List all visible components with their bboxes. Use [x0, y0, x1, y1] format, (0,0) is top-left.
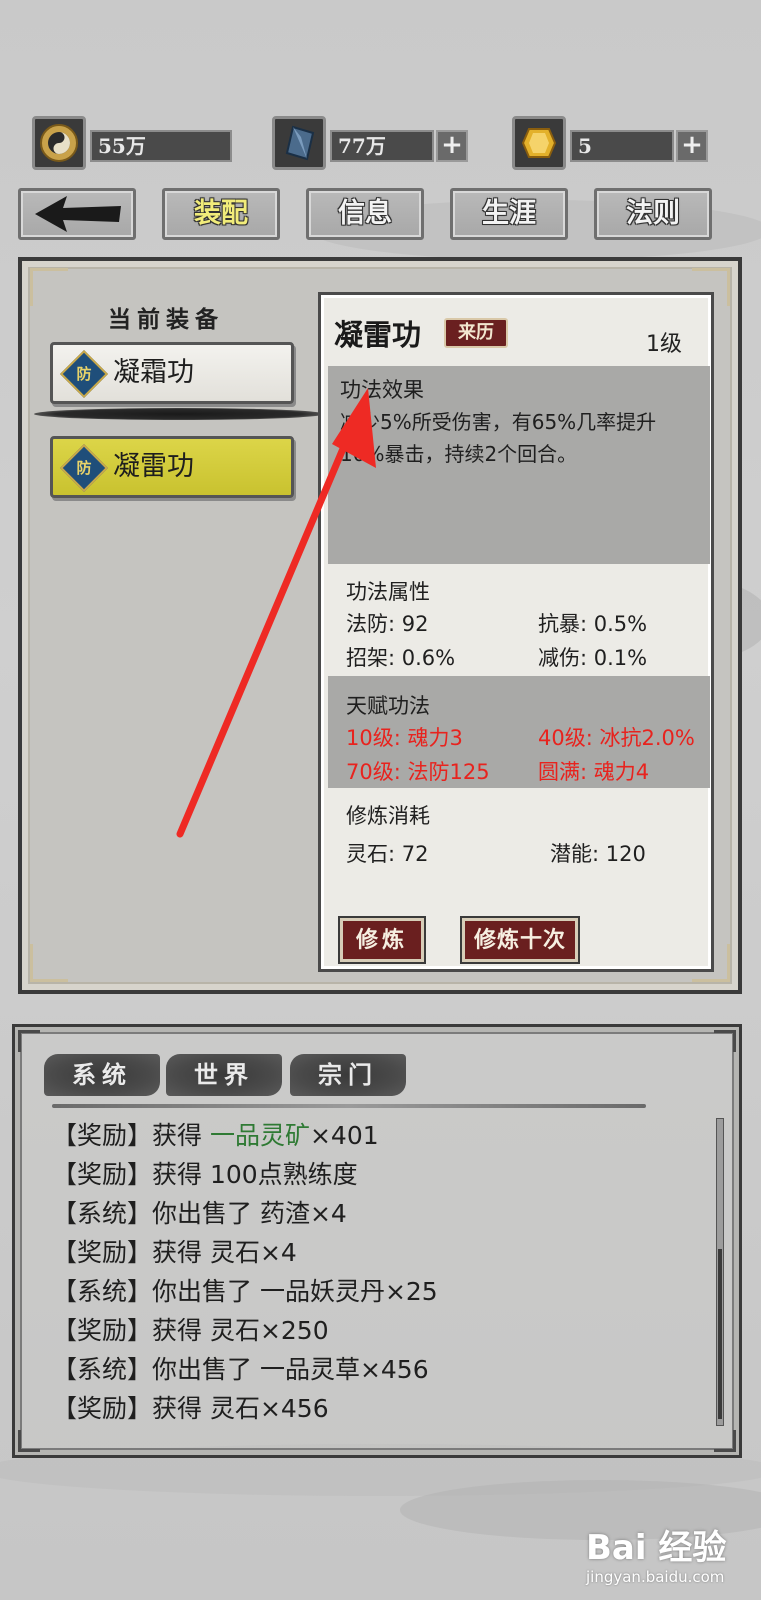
chat-corner-ornament [18, 1430, 40, 1452]
crystal-value: 77万 [330, 130, 434, 162]
chat-divider [52, 1104, 646, 1108]
blue-crystal-icon [272, 116, 326, 170]
attr-title: 功法属性 [346, 580, 430, 604]
equip-item-ningshuang[interactable]: 防 凝霜功 [50, 342, 294, 404]
log-line: 【奖励】获得 灵石×456 [52, 1394, 329, 1423]
chat-tab-sect[interactable]: 宗门 [290, 1054, 406, 1096]
equip-item-ninglei[interactable]: 防 凝雷功 [50, 436, 294, 498]
add-crystal-button[interactable]: + [436, 130, 468, 162]
attr-damage-reduce: 减伤: 0.1% [538, 646, 648, 670]
tab-law[interactable]: 法则 [594, 188, 712, 240]
gold-gem-icon [512, 116, 566, 170]
talent-max: 圆满: 魂力4 [538, 760, 650, 784]
source-button[interactable]: 来历 [444, 318, 508, 348]
talent-lv10: 10级: 魂力3 [346, 726, 463, 750]
scroll-thumb[interactable] [718, 1249, 722, 1419]
log-line: 【系统】你出售了 一品妖灵丹×25 [52, 1277, 438, 1306]
cost-spirit-stone: 灵石: 72 [346, 842, 429, 866]
effect-text-line1: 减少5%所受伤害，有65%几率提升 [340, 410, 657, 434]
chat-corner-ornament [714, 1030, 736, 1052]
tab-equip[interactable]: 装配 [162, 188, 280, 240]
attr-parry: 招架: 0.6% [346, 646, 456, 670]
log-line: 【奖励】获得 100点熟练度 [52, 1160, 358, 1189]
talent-lv40: 40级: 冰抗2.0% [538, 726, 695, 750]
log-item-highlight: 一品灵矿 [209, 1121, 310, 1150]
silver-value: 55万 [90, 130, 232, 162]
attr-magic-def: 法防: 92 [346, 612, 429, 636]
log-line: 【奖励】获得 灵石×250 [52, 1316, 329, 1345]
log-line: 【奖励】获得 灵石×4 [52, 1238, 297, 1267]
skill-name: 凝雷功 [334, 318, 422, 352]
effect-title: 功法效果 [340, 378, 424, 402]
chat-corner-ornament [714, 1430, 736, 1452]
gem-value: 5 [570, 130, 674, 162]
chat-tab-world[interactable]: 世界 [166, 1054, 282, 1096]
current-equip-title: 当前装备 [108, 306, 224, 333]
equip-item-label: 凝霜功 [113, 357, 194, 388]
equip-item-label: 凝雷功 [113, 451, 194, 482]
tab-career[interactable]: 生涯 [450, 188, 568, 240]
attr-crit-resist: 抗暴: 0.5% [538, 612, 648, 636]
log-line: 【系统】你出售了 药渣×4 [52, 1199, 347, 1228]
taiji-icon [32, 116, 86, 170]
talent-lv70: 70级: 法防125 [346, 760, 490, 784]
effect-text-line2: 10%暴击，持续2个回合。 [340, 442, 578, 466]
train-button[interactable]: 修炼 [338, 916, 426, 964]
panel-corner-ornament [30, 944, 68, 982]
back-button[interactable] [18, 188, 136, 240]
tab-info[interactable]: 信息 [306, 188, 424, 240]
talent-title: 天赋功法 [346, 694, 430, 718]
chat-tab-system[interactable]: 系统 [44, 1054, 160, 1096]
skill-level: 1级 [646, 332, 682, 357]
chat-corner-ornament [18, 1030, 40, 1052]
train-ten-button[interactable]: 修炼十次 [460, 916, 580, 964]
ink-divider [34, 408, 324, 420]
cost-potential: 潜能: 120 [550, 842, 646, 866]
log-line: 【奖励】获得 一品灵矿×401 [52, 1121, 379, 1150]
cost-title: 修炼消耗 [346, 804, 430, 828]
chat-scrollbar[interactable] [716, 1118, 724, 1426]
add-gem-button[interactable]: + [676, 130, 708, 162]
baidu-watermark-logo: Bai 经验 [586, 1528, 727, 1568]
panel-corner-ornament [30, 268, 68, 306]
back-arrow-icon [35, 196, 121, 232]
baidu-watermark-url: jingyan.baidu.com [586, 1568, 725, 1586]
log-line: 【系统】你出售了 一品灵草×456 [52, 1355, 429, 1384]
